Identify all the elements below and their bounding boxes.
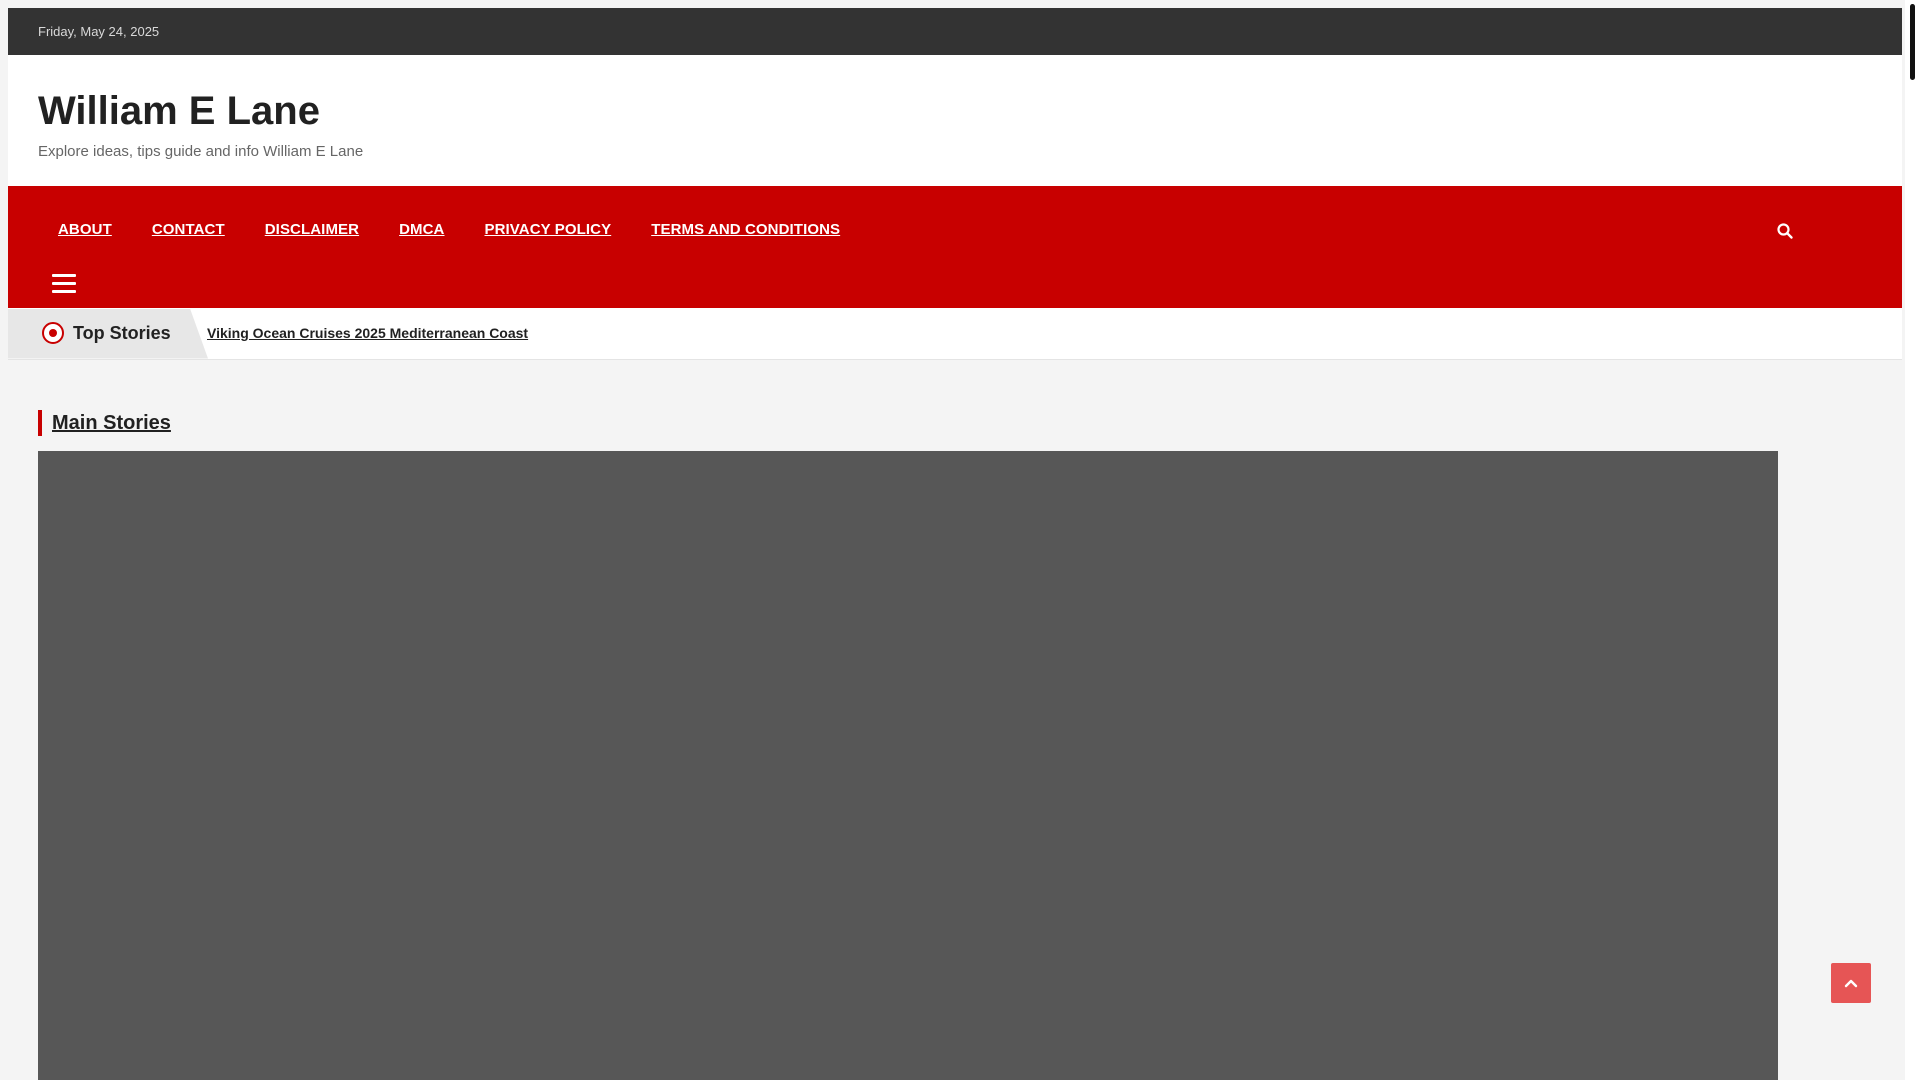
main-stories-link[interactable]: Main Stories [52,412,171,435]
scrollbar-thumb[interactable] [1910,4,1915,80]
current-date: Friday, May 24, 2025 [38,24,160,39]
nav-item-terms-and-conditions[interactable]: TERMS AND CONDITIONS [631,218,860,242]
nav-item-about[interactable]: ABOUT [38,218,132,242]
main-navigation: ABOUT CONTACT DISCLAIMER DMCA PRIVACY PO… [8,186,1902,308]
top-bar: Friday, May 24, 2025 [8,8,1902,55]
nav-menu: ABOUT CONTACT DISCLAIMER DMCA PRIVACY PO… [38,218,860,242]
featured-story-image[interactable] [38,451,1778,1080]
search-icon[interactable] [1776,222,1794,240]
scrollbar[interactable] [1905,0,1920,1080]
main-stories-heading: Main Stories [38,410,171,436]
ticker-story-link[interactable]: Viking Ocean Cruises 2025 Mediterranean … [207,325,528,341]
chevron-up-icon [1844,979,1858,988]
back-to-top-button[interactable] [1831,963,1871,1003]
site-branding: William E Lane Explore ideas, tips guide… [8,55,1902,186]
ticker-label: Top Stories [8,308,208,359]
nav-item-disclaimer[interactable]: DISCLAIMER [245,218,379,242]
nav-item-contact[interactable]: CONTACT [132,218,245,242]
nav-item-privacy-policy[interactable]: PRIVACY POLICY [465,218,632,242]
site-title[interactable]: William E Lane [38,87,1902,135]
ticker-title: Top Stories [73,322,171,343]
nav-item-dmca[interactable]: DMCA [379,218,464,242]
page: Friday, May 24, 2025 William E Lane Expl… [8,8,1902,1080]
live-dot-icon [42,321,64,344]
hamburger-menu-icon[interactable] [52,274,76,294]
site-tagline: Explore ideas, tips guide and info Willi… [38,143,364,160]
top-stories-ticker: Top Stories Viking Ocean Cruises 2025 Me… [8,308,1902,360]
